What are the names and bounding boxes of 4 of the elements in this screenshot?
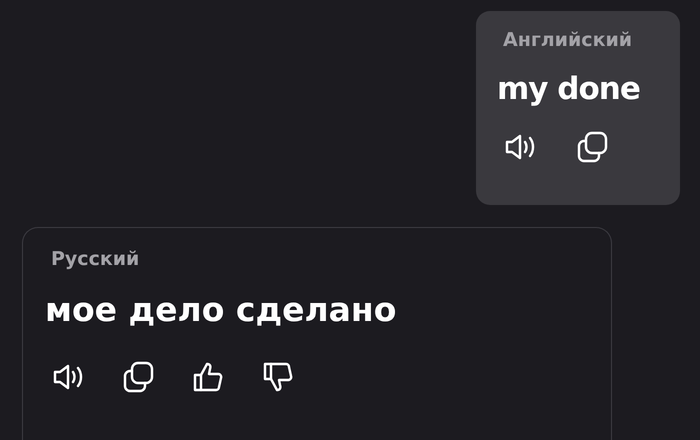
source-text: my done [497, 71, 641, 107]
language-label: Английский [503, 29, 634, 51]
language-label: Русский [51, 248, 140, 270]
translation-text: мое дело сделано [45, 290, 398, 329]
